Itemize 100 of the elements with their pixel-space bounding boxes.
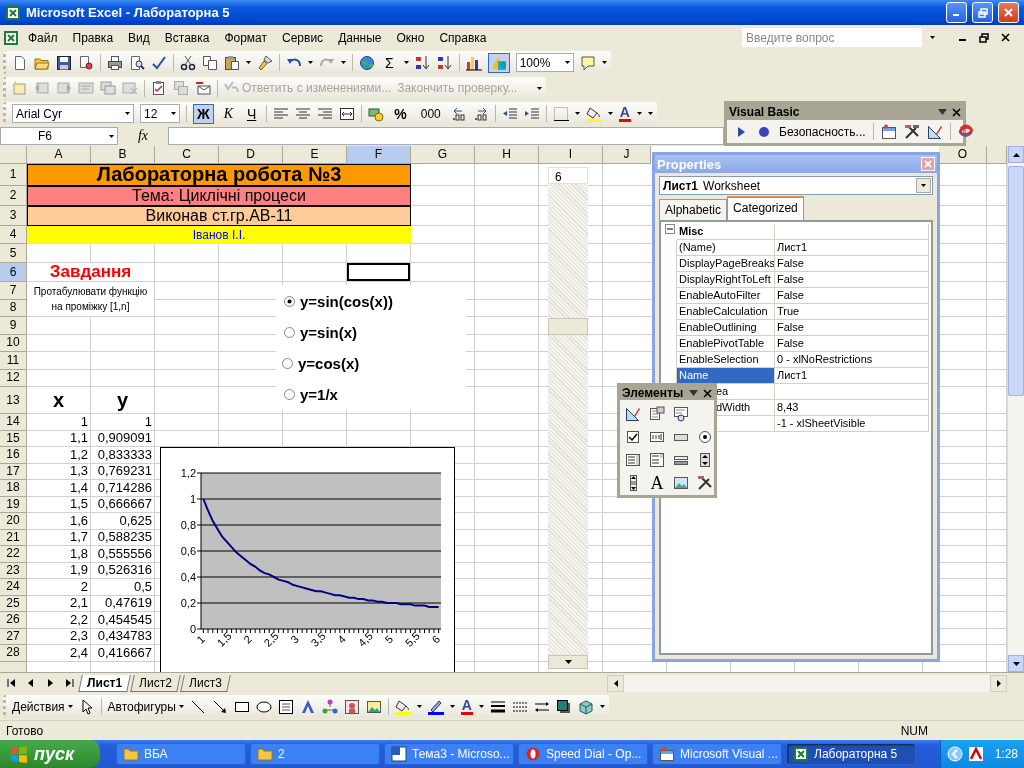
- radio-option[interactable]: y=sin(cos(x)): [284, 291, 462, 311]
- row-header[interactable]: 9: [0, 317, 27, 335]
- zoom-field[interactable]: 100%: [515, 53, 574, 72]
- row-header[interactable]: 20: [0, 513, 27, 530]
- font-size-field[interactable]: 12: [140, 104, 180, 123]
- taskbar-button[interactable]: Тема3 - Microso...: [384, 743, 514, 765]
- property-name[interactable]: (Name): [677, 240, 775, 256]
- row-header[interactable]: 3: [0, 206, 27, 226]
- label-control-button[interactable]: A: [649, 475, 665, 491]
- radio-option[interactable]: y=sin(x): [284, 322, 462, 342]
- property-name[interactable]: EnableAutoFilter: [677, 288, 775, 304]
- property-name[interactable]: ea: [716, 384, 729, 399]
- start-button[interactable]: пуск: [0, 740, 100, 768]
- autoshapes-menu[interactable]: Автофигуры: [107, 699, 184, 714]
- axis-label: 2: [241, 632, 254, 646]
- underline-button[interactable]: Ч: [242, 103, 261, 124]
- property-name[interactable]: Name: [677, 368, 775, 384]
- tab[interactable]: Alphabetic: [659, 199, 728, 220]
- name-box[interactable]: F6: [0, 127, 118, 145]
- column-header[interactable]: O: [939, 146, 987, 164]
- taskbar-button[interactable]: 2: [250, 743, 380, 765]
- menu-item[interactable]: Окно: [390, 28, 431, 47]
- row-header[interactable]: 24: [0, 579, 27, 596]
- percent-button[interactable]: %: [390, 103, 411, 124]
- column-header[interactable]: G: [411, 146, 475, 164]
- column-header[interactable]: B: [91, 146, 155, 164]
- property-value[interactable]: False: [775, 336, 929, 352]
- column-header[interactable]: F: [347, 146, 411, 164]
- font-color-button[interactable]: A: [460, 698, 473, 715]
- security-button[interactable]: Безопасность...: [779, 124, 866, 139]
- property-name[interactable]: EnablePivotTable: [677, 336, 775, 352]
- property-name[interactable]: DisplayPageBreaks: [677, 256, 775, 272]
- sheet-tab[interactable]: Лист1: [78, 674, 131, 692]
- thousands-button[interactable]: 000: [416, 103, 445, 124]
- property-value[interactable]: True: [775, 304, 929, 320]
- property-value[interactable]: False: [775, 288, 929, 304]
- property-value[interactable]: Лист1: [775, 368, 929, 384]
- actions-menu[interactable]: Действия: [12, 699, 73, 714]
- property-value[interactable]: Лист1: [775, 240, 929, 256]
- row-header[interactable]: 28: [0, 645, 27, 662]
- table-cell: 0,555556: [91, 546, 155, 563]
- row-header[interactable]: 7: [0, 282, 27, 300]
- font-name-field[interactable]: Arial Cyr: [12, 104, 134, 123]
- property-value[interactable]: 8,43: [775, 400, 929, 416]
- row-header[interactable]: 18: [0, 480, 27, 497]
- row-header[interactable]: 16: [0, 447, 27, 464]
- row-header[interactable]: 5: [0, 244, 27, 263]
- property-value[interactable]: 0 - xlNoRestrictions: [775, 352, 929, 368]
- row-header[interactable]: 4: [0, 226, 27, 244]
- help-search-field[interactable]: Введите вопрос: [742, 28, 922, 47]
- row-header[interactable]: 11: [0, 352, 27, 370]
- menu-item[interactable]: Вид: [122, 28, 156, 47]
- property-name[interactable]: EnableOutlining: [677, 320, 775, 336]
- italic-button[interactable]: К: [219, 103, 237, 124]
- property-name[interactable]: EnableCalculation: [677, 304, 775, 320]
- column-header[interactable]: H: [475, 146, 539, 164]
- column-header[interactable]: D: [219, 146, 283, 164]
- menu-item[interactable]: Вставка: [158, 28, 216, 47]
- table-cell: 0,434783: [91, 628, 155, 645]
- column-header[interactable]: A: [27, 146, 91, 164]
- menu-item[interactable]: Данные: [332, 28, 388, 47]
- property-value[interactable]: -1 - xlSheetVisible: [775, 416, 929, 432]
- taskbar-button[interactable]: Microsoft Visual ...: [652, 743, 782, 765]
- num-lock-indicator: NUM: [900, 723, 928, 738]
- tab[interactable]: Categorized: [727, 196, 804, 220]
- font-color-button[interactable]: A: [618, 105, 631, 122]
- property-value[interactable]: False: [775, 272, 929, 288]
- line-chart[interactable]: 0 0,2 0,4 0,6 0,8 1 1,2 1 1,5 2 2,5 3 3,5 4 4,5 5 5,5 6: [160, 447, 455, 672]
- taskbar-button[interactable]: ВБА: [116, 743, 246, 765]
- column-header[interactable]: C: [155, 146, 219, 164]
- spreadsheet-cell: Лабораторна робота №3: [27, 164, 411, 186]
- row-header[interactable]: 22: [0, 546, 27, 563]
- property-value[interactable]: False: [775, 320, 929, 336]
- row-header[interactable]: 1: [0, 164, 27, 186]
- taskbar-button[interactable]: Лабораторна 5: [786, 743, 916, 765]
- insert-function-button[interactable]: fx: [118, 128, 168, 144]
- taskbar-button[interactable]: Speed Dial - Op...: [518, 743, 648, 765]
- sheet-tab[interactable]: Лист2: [130, 674, 181, 692]
- property-value[interactable]: False: [775, 256, 929, 272]
- row-header[interactable]: 6: [0, 263, 27, 282]
- row-header[interactable]: 2: [0, 186, 27, 206]
- column-header[interactable]: J: [603, 146, 651, 164]
- menu-item[interactable]: Формат: [218, 28, 274, 47]
- column-header[interactable]: E: [283, 146, 347, 164]
- bold-button[interactable]: Ж: [193, 103, 214, 124]
- radio-option[interactable]: y=cos(x): [282, 353, 462, 373]
- property-name[interactable]: DisplayRightToLeft: [677, 272, 775, 288]
- row-header[interactable]: 14: [0, 414, 27, 431]
- row-header[interactable]: 26: [0, 612, 27, 629]
- menu-item[interactable]: Файл: [22, 28, 64, 47]
- object-dropdown[interactable]: Лист1 Worksheet: [659, 176, 933, 195]
- property-name[interactable]: dWidth: [716, 400, 751, 415]
- sheet-tab[interactable]: Лист3: [179, 674, 231, 692]
- menu-item[interactable]: Сервис: [276, 28, 330, 47]
- autosum-button[interactable]: Σ: [381, 52, 398, 73]
- row-header[interactable]: 13: [0, 387, 27, 414]
- menu-item[interactable]: Справка: [433, 28, 493, 47]
- menu-item[interactable]: Правка: [66, 28, 120, 47]
- radio-option[interactable]: y=1/x: [284, 384, 462, 404]
- column-header[interactable]: I: [539, 146, 603, 164]
